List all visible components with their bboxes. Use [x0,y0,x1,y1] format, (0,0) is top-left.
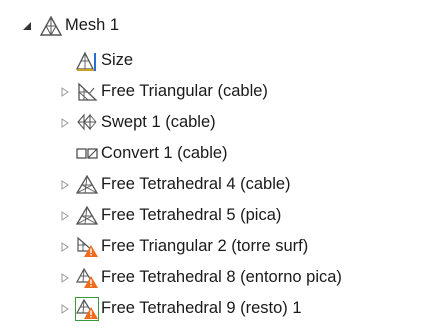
model-tree: Mesh 1 Size Free Triangular (cable) Swep… [0,0,445,334]
tree-node-label: Free Tetrahedral 8 (entorno pica) [101,268,342,286]
collapsed-triangle-icon[interactable] [58,271,72,285]
tree-node-free-tetrahedral-5[interactable]: Free Tetrahedral 5 (pica) [58,200,281,231]
collapsed-triangle-icon[interactable] [58,240,72,254]
free-tetrahedral-warning-icon [75,296,99,321]
free-tetrahedral-warning-icon [76,267,98,289]
collapsed-triangle-icon[interactable] [58,85,72,99]
tree-node-label: Free Triangular (cable) [101,82,268,100]
tree-node-label: Free Tetrahedral 5 (pica) [101,206,282,224]
collapsed-triangle-icon[interactable] [58,302,72,316]
expanded-triangle-icon[interactable] [20,19,34,33]
free-triangular-icon [76,81,98,103]
tree-node-label: Free Tetrahedral 4 (cable) [101,175,291,193]
tree-node-free-triangular[interactable]: Free Triangular (cable) [58,76,268,107]
tree-node-label: Mesh 1 [65,16,120,34]
tree-node-convert[interactable]: Convert 1 (cable) [58,138,228,169]
tree-node-label: Size [101,51,134,69]
convert-icon [76,143,98,165]
swept-icon [76,112,98,134]
tree-node-size[interactable]: Size [58,45,133,76]
tree-node-label: Free Tetrahedral 9 (resto) 1 [101,299,302,317]
tree-node-mesh[interactable]: Mesh 1 [20,10,119,41]
tree-node-free-tetrahedral-4[interactable]: Free Tetrahedral 4 (cable) [58,169,291,200]
tree-node-label: Convert 1 (cable) [101,144,228,162]
collapsed-triangle-icon[interactable] [58,116,72,130]
tree-node-swept[interactable]: Swept 1 (cable) [58,107,216,138]
tree-node-free-tetrahedral-8[interactable]: Free Tetrahedral 8 (entorno pica) [58,262,342,293]
free-triangular-warning-icon [76,236,98,258]
mesh-icon [40,15,62,37]
free-tetrahedral-icon [76,205,98,227]
free-tetrahedral-icon [76,174,98,196]
size-icon [76,50,98,72]
tree-node-free-triangular-2[interactable]: Free Triangular 2 (torre surf) [58,231,308,262]
tree-node-free-tetrahedral-9[interactable]: Free Tetrahedral 9 (resto) 1 [58,293,302,324]
tree-node-label: Free Triangular 2 (torre surf) [101,237,309,255]
collapsed-triangle-icon[interactable] [58,178,72,192]
collapsed-triangle-icon[interactable] [58,209,72,223]
tree-node-label: Swept 1 (cable) [101,113,216,131]
